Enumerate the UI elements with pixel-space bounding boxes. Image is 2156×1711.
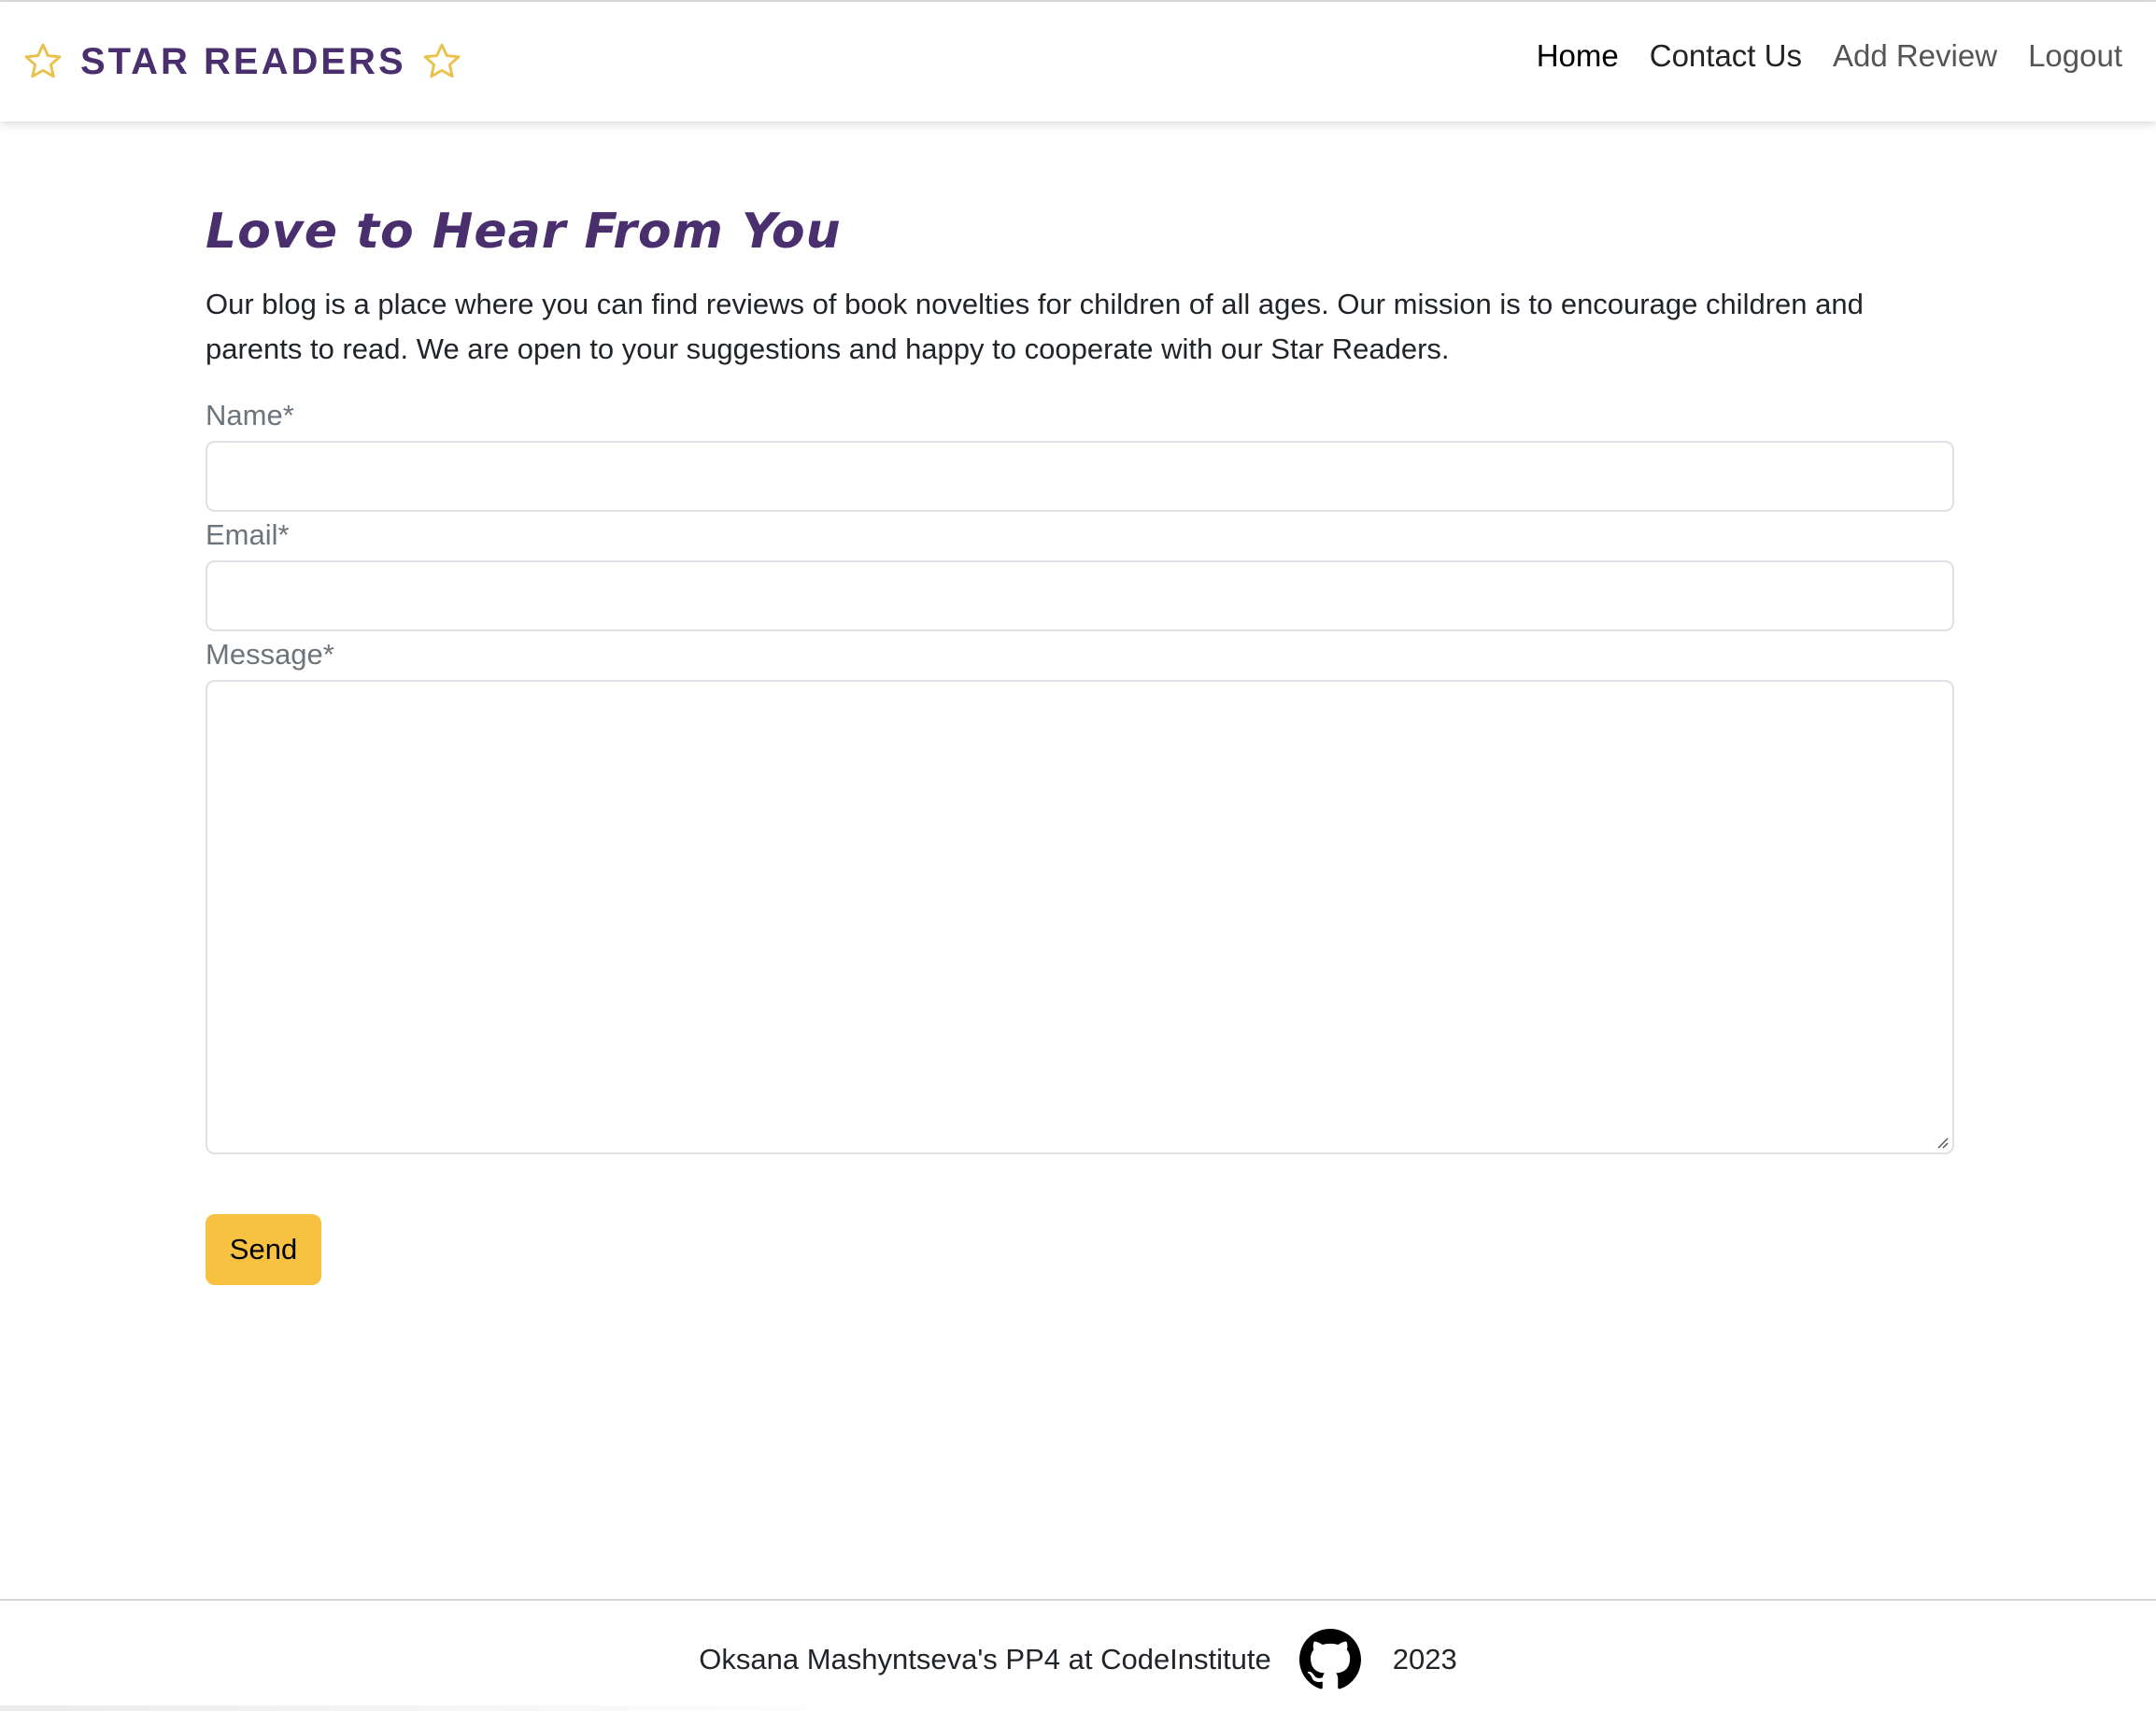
message-label: Message*: [206, 638, 334, 671]
brand-text[interactable]: STAR READERS: [80, 41, 406, 83]
nav-add-review[interactable]: Add Review: [1833, 38, 1997, 74]
star-outline-icon: [421, 41, 462, 82]
email-label: Email*: [206, 518, 290, 551]
resize-grip-icon[interactable]: [1934, 1134, 1949, 1149]
footer-shadow: [0, 1705, 878, 1711]
name-input[interactable]: [206, 441, 1954, 512]
message-textarea[interactable]: [206, 680, 1954, 1154]
footer: Oksana Mashyntseva's PP4 at CodeInstitut…: [0, 1599, 2156, 1711]
contact-section: Love to Hear From You Our blog is a plac…: [206, 196, 1954, 1285]
brand-logo[interactable]: STAR READERS: [22, 34, 462, 90]
nav-home[interactable]: Home: [1537, 38, 1619, 74]
intro-text: Our blog is a place where you can find r…: [206, 288, 1864, 365]
send-button[interactable]: Send: [206, 1214, 321, 1285]
page-title: Love to Hear From You: [206, 204, 842, 260]
nav-contact-us[interactable]: Contact Us: [1650, 38, 1802, 74]
email-input[interactable]: [206, 560, 1954, 631]
footer-credit: Oksana Mashyntseva's PP4 at CodeInstitut…: [699, 1643, 1271, 1676]
footer-year: 2023: [1392, 1643, 1457, 1676]
nav-logout[interactable]: Logout: [2028, 38, 2122, 74]
contact-form: Name* Email* Message* Send: [206, 394, 1954, 1285]
github-icon[interactable]: [1298, 1629, 1361, 1690]
main-nav: Home Contact Us Add Review Logout: [1506, 32, 2122, 80]
star-outline-icon: [22, 41, 64, 82]
name-label: Name*: [206, 399, 294, 431]
navbar: STAR READERS Home Contact Us Add Review …: [0, 2, 2156, 121]
